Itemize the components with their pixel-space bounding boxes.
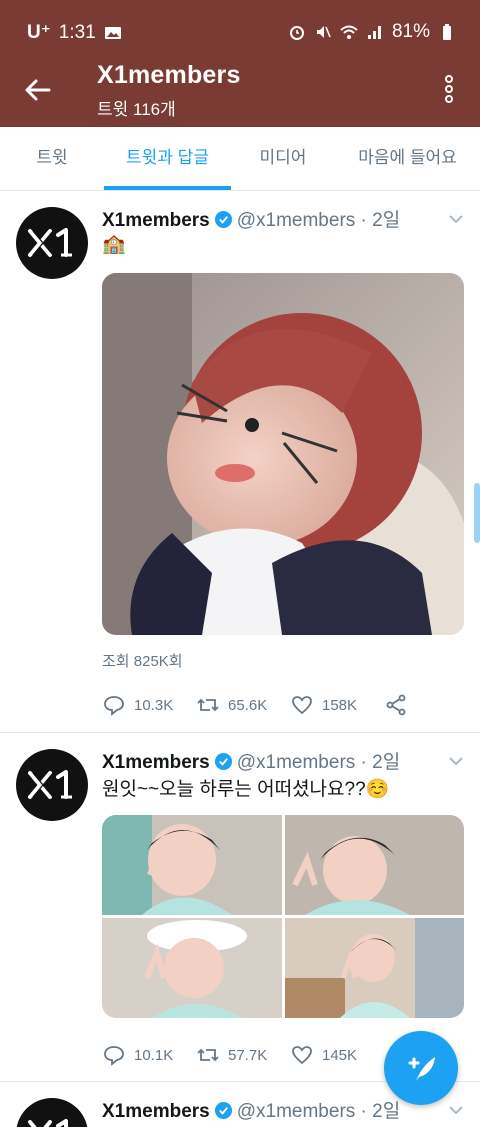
like-button[interactable]: 145K	[290, 1043, 357, 1067]
tweet-card[interactable]: X1members @x1members · 2일 원잇~~오늘 하루는 어떠셨나…	[0, 733, 480, 1081]
video-thumbnail	[102, 273, 464, 635]
profile-tabs: 트윗 트윗과 답글 미디어 마음에 들어요	[0, 127, 480, 191]
photo-2[interactable]	[285, 815, 464, 915]
signal-icon	[367, 26, 381, 39]
reply-icon	[104, 1046, 124, 1066]
avatar[interactable]	[16, 207, 88, 279]
author-name[interactable]: X1members	[102, 1101, 210, 1122]
author-handle: @x1members · 2일	[236, 1101, 401, 1122]
back-arrow-icon[interactable]	[22, 74, 54, 106]
carrier-label: U⁺	[27, 22, 51, 43]
heart-icon	[292, 1046, 312, 1065]
chevron-down-icon[interactable]	[448, 753, 464, 769]
photo-4[interactable]	[285, 918, 464, 1018]
share-button[interactable]	[384, 693, 408, 717]
active-tab-indicator	[104, 186, 231, 190]
chevron-down-icon[interactable]	[448, 211, 464, 227]
retweet-button[interactable]: 65.6K	[196, 693, 267, 717]
x1-logo-icon	[28, 1119, 68, 1127]
verified-badge-icon	[214, 1101, 232, 1120]
share-icon	[386, 694, 406, 716]
tweet-actions: 10.3K 65.6K 158K	[102, 693, 442, 719]
tweet-text: 🏫	[102, 234, 126, 255]
author-handle: @x1members · 2일	[236, 210, 401, 231]
retweet-icon	[197, 698, 219, 712]
reply-count: 10.1K	[134, 1046, 174, 1064]
more-options-icon[interactable]	[442, 74, 456, 104]
x1-logo-icon	[28, 770, 72, 799]
mute-icon	[316, 26, 331, 38]
author-name[interactable]: X1members	[102, 752, 210, 773]
tweet-header: X1members @x1members · 2일	[102, 1096, 400, 1123]
photo-3[interactable]	[102, 918, 282, 1018]
page-title: X1members	[97, 61, 241, 89]
like-button[interactable]: 158K	[290, 693, 357, 717]
reply-button[interactable]: 10.3K	[102, 693, 173, 717]
tab-likes[interactable]: 마음에 들어요	[335, 127, 480, 190]
tweet-photo-grid[interactable]	[102, 815, 464, 1018]
retweet-button[interactable]: 57.7K	[196, 1043, 267, 1067]
verified-badge-icon	[214, 752, 232, 771]
retweet-count: 65.6K	[228, 696, 268, 714]
tab-media[interactable]: 미디어	[231, 127, 335, 190]
author-name[interactable]: X1members	[102, 210, 210, 231]
app-header: U⁺ 1:31 81% X1members 트윗 116개	[0, 0, 480, 127]
clock: 1:31	[58, 21, 96, 43]
tweet-card[interactable]: X1members @x1members · 2일 🏫 조회 825K회 10.…	[0, 191, 480, 732]
heart-icon	[292, 696, 312, 715]
tab-tweets[interactable]: 트윗	[0, 127, 104, 190]
tweet-text: 원잇~~오늘 하루는 어떠셨나요??☺️	[102, 779, 390, 800]
compose-tweet-button[interactable]	[384, 1031, 458, 1105]
x1-logo-icon	[28, 228, 72, 257]
chevron-down-icon[interactable]	[448, 1102, 464, 1118]
tweet-count: 트윗 116개	[97, 100, 176, 119]
scrollbar[interactable]	[474, 483, 480, 543]
battery-percent: 81%	[391, 21, 430, 42]
verified-badge-icon	[214, 210, 232, 229]
tweet-header: X1members @x1members · 2일	[102, 747, 400, 774]
tweet-header: X1members @x1members · 2일	[102, 205, 400, 232]
reply-icon	[104, 696, 124, 716]
like-count: 145K	[322, 1046, 358, 1064]
battery-icon	[443, 24, 451, 40]
reply-count: 10.3K	[134, 696, 174, 714]
avatar[interactable]	[16, 1098, 88, 1127]
compose-feather-icon	[408, 1057, 435, 1081]
reply-button[interactable]: 10.1K	[102, 1043, 173, 1067]
view-count: 조회 825K회	[102, 653, 183, 670]
tab-tweets-and-replies[interactable]: 트윗과 답글	[104, 127, 231, 190]
photo-1[interactable]	[102, 815, 282, 915]
tweet-video[interactable]	[102, 273, 464, 635]
status-bar: U⁺ 1:31 81%	[0, 0, 480, 60]
retweet-count: 57.7K	[228, 1046, 268, 1064]
like-count: 158K	[322, 696, 358, 714]
retweet-icon	[197, 1048, 219, 1062]
avatar[interactable]	[16, 749, 88, 821]
wifi-icon	[340, 25, 358, 39]
gallery-icon	[104, 26, 121, 39]
alarm-icon	[289, 26, 304, 40]
author-handle: @x1members · 2일	[236, 752, 401, 773]
